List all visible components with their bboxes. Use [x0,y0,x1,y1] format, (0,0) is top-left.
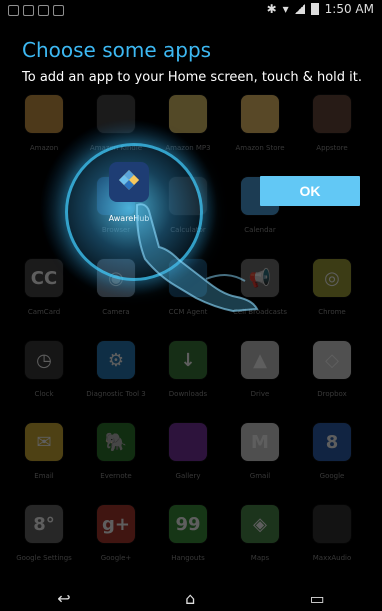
app-label: Chrome [318,308,346,316]
ok-button[interactable]: OK [260,176,360,206]
home-icon[interactable]: ⌂ [185,589,195,608]
app-email[interactable]: ✉ Email [10,423,78,480]
notification-icon [38,5,49,16]
app-appstore[interactable]: Appstore [298,95,366,152]
status-time: 1:50 AM [324,2,374,16]
app-maxxaudio[interactable]: MaxxAudio [298,505,366,562]
app-label: Google [319,472,345,480]
chrome-icon[interactable]: ◎ [313,259,351,297]
app-label: Hangouts [171,554,205,562]
app-label: Clock [34,390,54,398]
app-gallery[interactable]: Gallery [154,423,222,480]
page-title: Choose some apps [22,38,212,62]
app-label: Gmail [249,472,271,480]
app-label: Maps [250,554,270,562]
app-evernote[interactable]: 🐘 Evernote [82,423,150,480]
app-clock[interactable]: ◷ Clock [10,341,78,398]
maxxaudio-icon[interactable] [313,505,351,543]
hangouts-icon[interactable]: 99 [169,505,207,543]
google-settings-icon[interactable]: 8° [25,505,63,543]
app-label: Diagnostic Tool 3 [86,390,146,398]
gallery-icon[interactable] [169,423,207,461]
app-label: Google Settings [16,554,72,562]
app-drive[interactable]: ▲ Drive [226,341,294,398]
maps-icon[interactable]: ◈ [241,505,279,543]
app-label: Amazon Store [235,144,285,152]
navigation-bar: ↩ ⌂ ▭ [0,586,382,611]
clock-icon[interactable]: ◷ [25,341,63,379]
status-bar: ✱ ▾ 1:50 AM [0,0,382,22]
app-amazon-store[interactable]: Amazon Store [226,95,294,152]
gmail-icon[interactable]: M [241,423,279,461]
bluetooth-icon: ✱ [266,2,277,16]
app-label: Drive [250,390,270,398]
app-label: MaxxAudio [312,554,352,562]
amazon-icon[interactable] [25,95,63,133]
app-label: Google+ [100,554,132,562]
recent-apps-icon[interactable]: ▭ [310,589,325,608]
app-label: Downloads [168,390,208,398]
email-icon[interactable]: ✉ [25,423,63,461]
app-label: Appstore [316,144,348,152]
camcard-icon[interactable]: CC [25,259,63,297]
app-dropbox[interactable]: ◇ Dropbox [298,341,366,398]
amazon-store-icon[interactable] [241,95,279,133]
mp3-icon[interactable] [169,95,207,133]
app-label: Evernote [100,472,132,480]
hand-gesture-icon [136,203,259,312]
wifi-icon: ▾ [282,2,289,16]
drive-icon[interactable]: ▲ [241,341,279,379]
app-diagnostic[interactable]: ⚙ Diagnostic Tool 3 [82,341,150,398]
app-label: Email [34,472,54,480]
diagnostic-icon[interactable]: ⚙ [97,341,135,379]
header: Choose some apps To add an app to your H… [0,22,382,94]
app-downloads[interactable]: ↓ Downloads [154,341,222,398]
awarehub-icon[interactable] [109,162,149,202]
evernote-icon[interactable]: 🐘 [97,423,135,461]
app-label: Dropbox [317,390,347,398]
app-gmail[interactable]: M Gmail [226,423,294,480]
signal-icon [294,4,305,14]
app-google-settings[interactable]: 8° Google Settings [10,505,78,562]
google-icon[interactable]: 8 [313,423,351,461]
app-hangouts[interactable]: 99 Hangouts [154,505,222,562]
app-googleplus[interactable]: g+ Google+ [82,505,150,562]
back-icon[interactable]: ↩ [57,589,70,608]
app-label: CamCard [27,308,61,316]
appstore-icon[interactable] [313,95,351,133]
googleplus-icon[interactable]: g+ [97,505,135,543]
notification-icon [23,5,34,16]
app-label: Gallery [175,472,201,480]
notification-icons [8,5,64,16]
notification-icon [8,5,19,16]
page-subtitle: To add an app to your Home screen, touch… [22,70,363,85]
app-chrome[interactable]: ◎ Chrome [298,259,366,316]
awarehub-logo-icon [119,170,139,190]
app-maps[interactable]: ◈ Maps [226,505,294,562]
downloads-icon[interactable]: ↓ [169,341,207,379]
dropbox-icon[interactable]: ◇ [313,341,351,379]
battery-icon [310,3,319,15]
notification-icon [53,5,64,16]
app-google[interactable]: 8 Google [298,423,366,480]
status-icons: ✱ ▾ 1:50 AM [267,2,374,16]
